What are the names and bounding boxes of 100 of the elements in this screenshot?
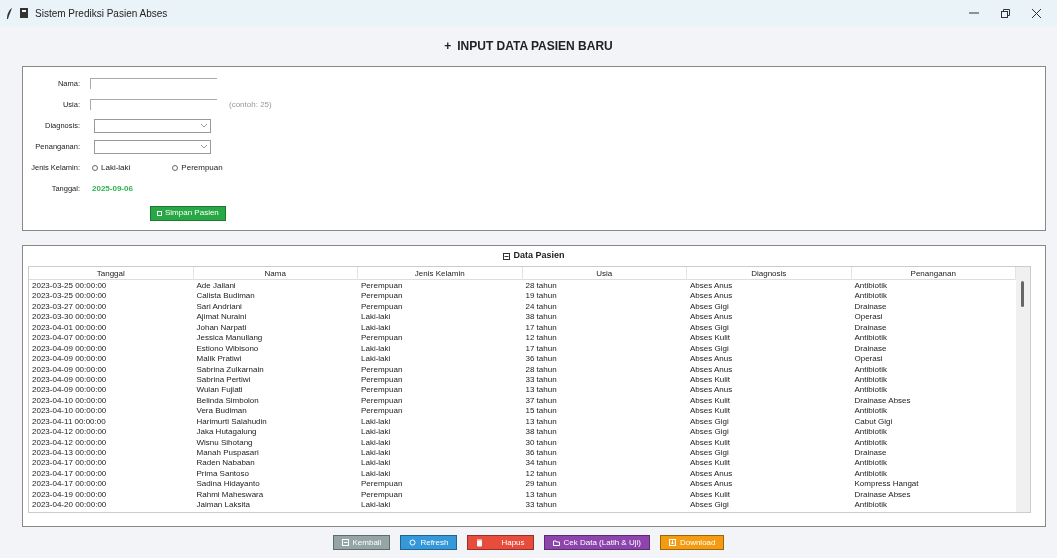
table-cell-text: Jaka Hutagalung: [195, 427, 258, 438]
table-cell-text: 13 tahun: [524, 385, 558, 396]
table-cell-text: Laki-laki: [360, 343, 392, 355]
table-cell-text: Abses Anus: [689, 385, 734, 396]
table-cell-text: 2023-04-07 00:00:00: [31, 333, 108, 344]
table-cell-text: 37 tahun: [524, 395, 558, 407]
column-header[interactable]: Usia: [522, 267, 687, 280]
table-cell-text: 34 tahun: [524, 458, 558, 469]
folder-icon: [552, 538, 560, 547]
table-cell-text: Abses Kulit: [689, 437, 732, 448]
table-cell-text: 33 tahun: [524, 374, 558, 386]
table-cell-text: 36 tahun: [524, 448, 558, 459]
table-cell-text: Abses Kulit: [689, 406, 732, 417]
table-cell-text: Drainase: [853, 343, 888, 355]
table-cell-text: 28 tahun: [524, 364, 558, 375]
table-cell-text: 15 tahun: [524, 406, 558, 417]
scrollbar[interactable]: [1016, 267, 1030, 512]
table-cell-text: 2023-04-09 00:00:00: [31, 385, 108, 396]
refresh-icon: [409, 538, 417, 547]
table-cell-text: Abses Gigi: [689, 427, 730, 438]
table-cell-text: Abses Anus: [689, 291, 734, 302]
table-cell-text: Antibiotik: [853, 333, 888, 344]
table-cell-text: Antibiotik: [853, 500, 888, 511]
column-header[interactable]: Tanggal: [29, 267, 194, 280]
table-cell-text: 38 tahun: [524, 427, 558, 438]
close-icon[interactable]: [1032, 8, 1041, 18]
column-header[interactable]: Nama: [193, 267, 358, 280]
table-cell-text: 2023-03-25 00:00:00: [31, 281, 108, 292]
table-cell-text: Vera Budiman: [195, 406, 248, 417]
table-cell-text: Operasi: [853, 312, 884, 323]
table-cell-text: Laki-laki: [360, 322, 392, 334]
table-cell-text: Perempuan: [360, 479, 404, 490]
table-cell-text: Manah Puspasari: [195, 448, 260, 459]
table-cell-text: Malik Pratiwi: [195, 354, 243, 365]
table-cell-text: Abses Gigi: [689, 500, 730, 511]
table-cell-text: 28 tahun: [524, 281, 558, 292]
table-cell-text: Perempuan: [360, 406, 404, 417]
table-cell-text: Perempuan: [360, 291, 404, 302]
restore-icon[interactable]: [1001, 8, 1010, 18]
table-cell-text: Raden Nababan: [195, 458, 256, 469]
table-cell-text: 30 tahun: [524, 437, 558, 448]
table-cell-text: Laki-laki: [360, 437, 392, 448]
table-cell-text: Jessica Manullang: [195, 333, 264, 344]
hint-text: (contoh: 25): [229, 98, 272, 111]
table-cell-text: Antibiotik: [853, 281, 888, 292]
table-cell-text: Antibiotik: [853, 458, 888, 469]
table-cell-text: Laki-laki: [360, 354, 392, 365]
radio-option[interactable]: Perempuan: [172, 161, 223, 174]
action-button[interactable]: Hapus: [467, 535, 534, 550]
table-cell-text: 19 tahun: [524, 291, 558, 302]
table-cell-text: Drainase: [853, 322, 888, 334]
download-icon: [668, 538, 676, 547]
table-cell-text: Perempuan: [360, 385, 404, 396]
trash-icon: [476, 538, 484, 547]
table-cell-text: Laki-laki: [360, 416, 392, 428]
table-cell-text: Laki-laki: [360, 448, 392, 459]
table-cell-text: 2023-04-17 00:00:00: [31, 468, 108, 480]
table-cell-text: Abses Kulit: [689, 489, 732, 501]
table-cell-text: Antibiotik: [853, 291, 888, 302]
table-cell-text: Belinda Simbolon: [195, 395, 260, 407]
table-cell-text: 2023-04-09 00:00:00: [31, 374, 108, 386]
table-cell-text: 2023-03-30 00:00:00: [31, 312, 108, 323]
table-cell-text: Abses Gigi: [689, 343, 730, 355]
table-cell-text: Perempuan: [360, 281, 404, 292]
action-button[interactable]: Cek Data (Latih & Uji): [543, 535, 650, 550]
table-cell-text: Laki-laki: [360, 427, 392, 438]
table-cell-text: Abses Gigi: [689, 448, 730, 459]
table-cell-text: Drainase: [853, 301, 888, 313]
table-cell-text: 2023-04-17 00:00:00: [31, 458, 108, 469]
table-cell-text: Wulan Fujiati: [195, 385, 244, 396]
table-cell-text: Prima Santoso: [195, 468, 250, 480]
panel-title: Data Pasien: [513, 249, 565, 263]
table-cell-text: Wisnu Sihotang: [195, 437, 254, 448]
column-header[interactable]: Diagnosis: [687, 267, 852, 280]
table-cell-text: Abses Anus: [689, 479, 734, 490]
table-cell-text: 2023-04-13 00:00:00: [31, 448, 108, 459]
table-cell-text: Laki-laki: [360, 468, 392, 480]
column-header[interactable]: Jenis Kelamin: [358, 267, 523, 280]
table-cell-text: Antibiotik: [853, 385, 888, 396]
table-cell-text: 2023-04-12 00:00:00: [31, 437, 108, 448]
table-cell-text: Laki-laki: [360, 500, 392, 511]
table-cell-text: Abses Anus: [689, 468, 734, 480]
dropdown[interactable]: [94, 139, 211, 154]
table-cell-text: 2023-04-17 00:00:00: [31, 479, 108, 490]
table-cell-text: Drainase Abses: [853, 489, 912, 501]
table-cell-text: Ajimat Nuraini: [195, 312, 248, 323]
exit-icon: [341, 538, 349, 547]
table-cell-text: 12 tahun: [524, 333, 558, 344]
table-cell-text: Sabrina Zulkarnain: [195, 364, 265, 375]
table-cell-text: Perempuan: [360, 489, 404, 501]
database-icon: [503, 252, 511, 260]
table-cell-text: 2023-04-19 00:00:00: [31, 489, 108, 501]
table-cell-text: 17 tahun: [524, 322, 558, 334]
radio-option[interactable]: Laki-laki: [92, 161, 131, 174]
dropdown[interactable]: [94, 118, 211, 133]
table-cell-text: Sadina Hidayanto: [195, 479, 261, 490]
table-cell-text: Sari Andriani: [195, 301, 243, 313]
table-cell-text: Kompress Hangat: [853, 479, 920, 490]
table-cell-text: Rahmi Maheswara: [195, 489, 265, 501]
table-cell-text: Sabrina Pertiwi: [195, 374, 252, 386]
